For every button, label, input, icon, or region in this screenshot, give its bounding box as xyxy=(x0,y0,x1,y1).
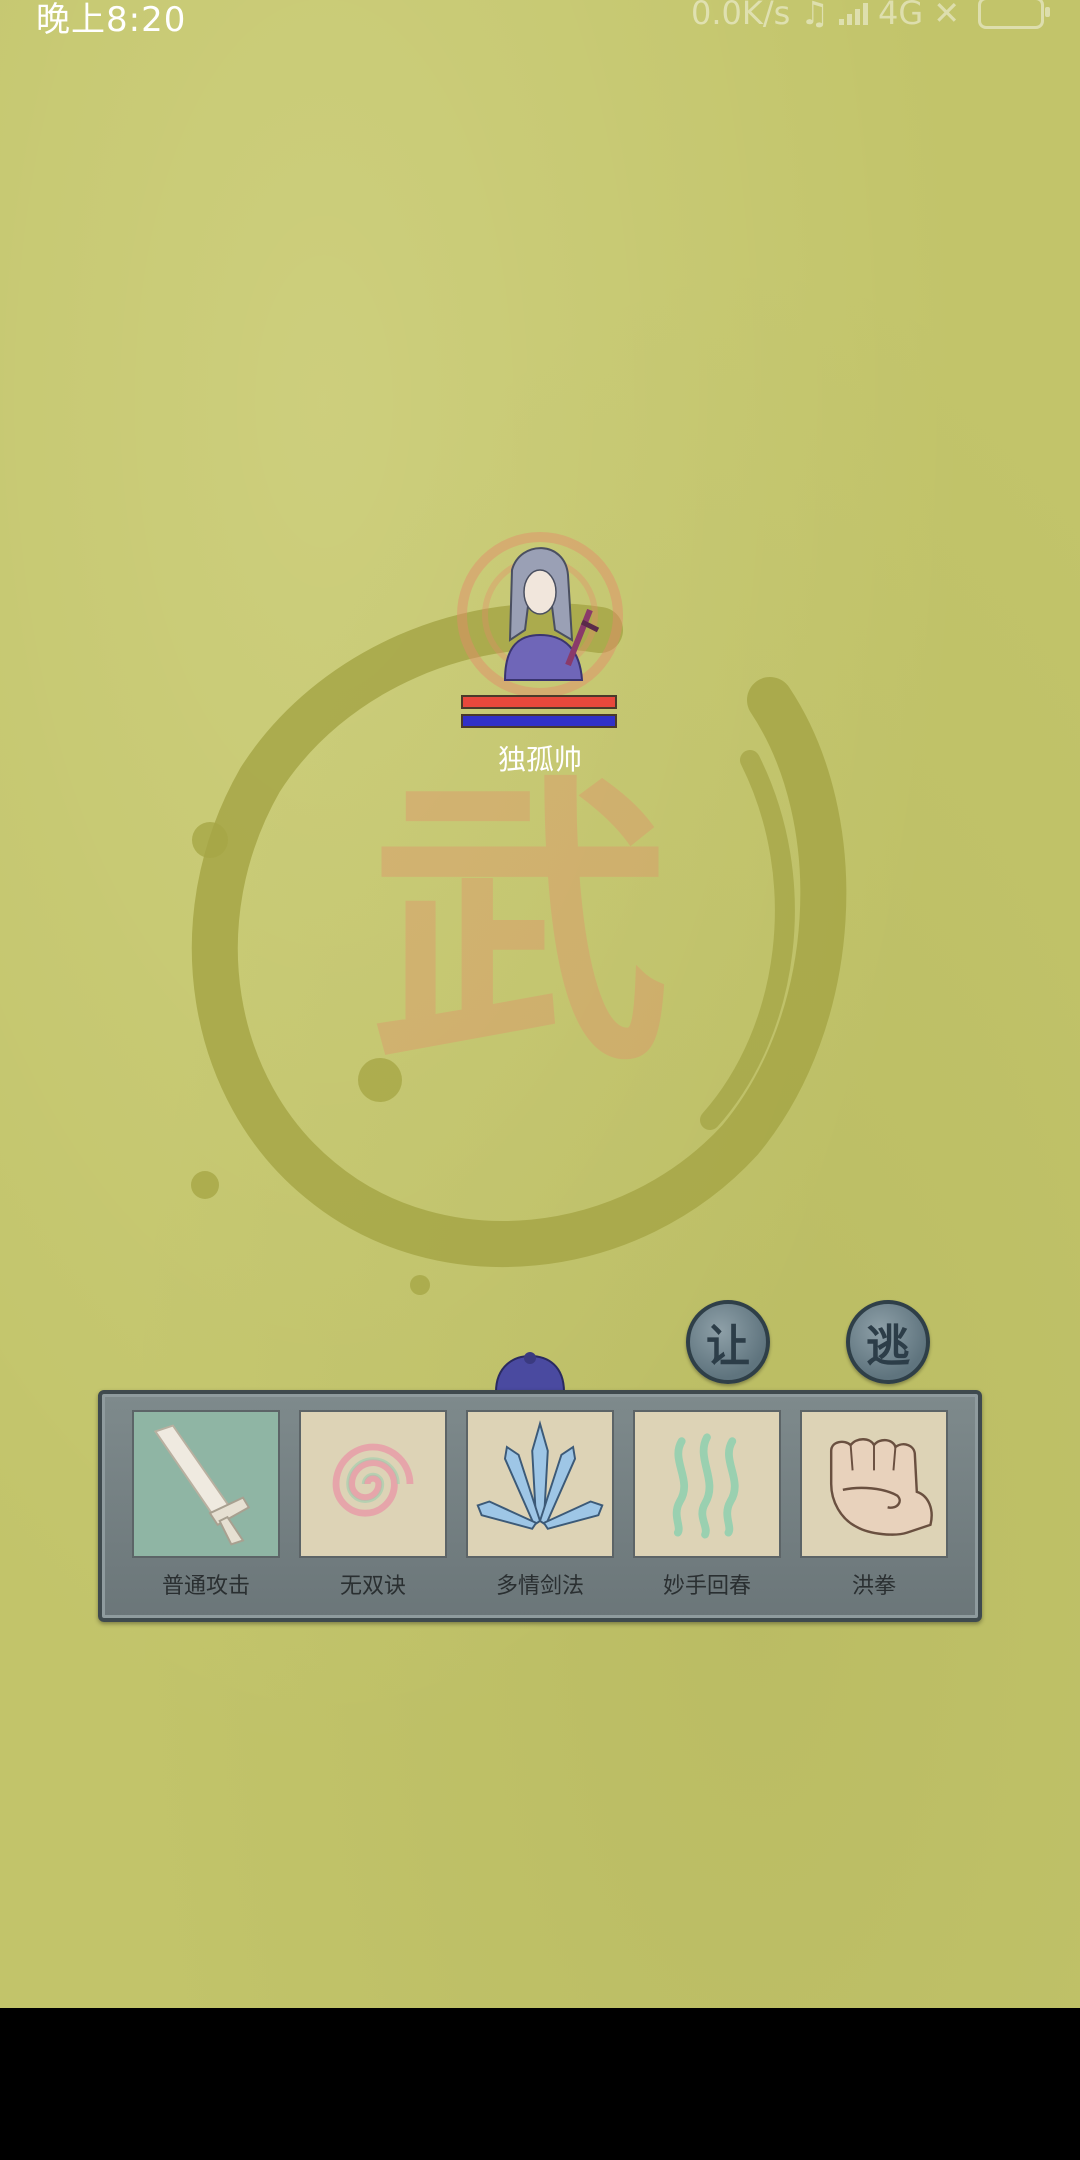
yield-button[interactable]: 让 xyxy=(686,1300,770,1384)
skill-panel: 普通攻击 无双诀 多情剑法 妙手回春 洪拳 xyxy=(98,1390,982,1622)
healing-waves-icon xyxy=(633,1410,781,1558)
skill-normal-attack[interactable]: 普通攻击 xyxy=(132,1410,280,1600)
spiral-icon xyxy=(299,1410,447,1558)
status-indicators: 0.0K/s ♫ 4G ✕ xyxy=(691,0,1050,32)
skill-label: 妙手回春 xyxy=(662,1574,751,1599)
fist-icon xyxy=(800,1410,948,1558)
skill-hongquan[interactable]: 洪拳 xyxy=(800,1410,948,1600)
wu-character: 武 xyxy=(370,748,670,1101)
skill-miaoshou-huichun[interactable]: 妙手回春 xyxy=(633,1410,781,1600)
enemy-hp-bar xyxy=(461,695,617,709)
wifi-off-icon: ✕ xyxy=(933,0,960,32)
enemy-portrait[interactable] xyxy=(450,530,630,710)
skill-wushuang[interactable]: 无双诀 xyxy=(299,1410,447,1600)
headset-icon: ♫ xyxy=(800,0,830,32)
enemy-mp-bar xyxy=(461,714,617,728)
status-time: 晚上8:20 xyxy=(36,0,187,40)
sword-icon xyxy=(132,1410,280,1558)
skill-duoqing-sword[interactable]: 多情剑法 xyxy=(466,1410,614,1600)
skill-label: 洪拳 xyxy=(851,1574,896,1599)
navigation-bar xyxy=(0,2008,1080,2160)
network-type: 4G xyxy=(878,0,924,32)
skill-label: 多情剑法 xyxy=(495,1574,584,1599)
player-avatar xyxy=(494,1352,566,1392)
flee-button[interactable]: 逃 xyxy=(846,1300,930,1384)
skill-label: 无双诀 xyxy=(339,1574,406,1599)
signal-icon xyxy=(839,1,869,25)
swords-fan-icon xyxy=(466,1410,614,1558)
battle-screen: 晚上8:20 0.0K/s ♫ 4G ✕ 武 独孤帅 让 逃 普通攻击 无双诀 … xyxy=(0,0,1080,2008)
status-bar: 晚上8:20 0.0K/s ♫ 4G ✕ xyxy=(0,0,1080,40)
skill-label: 普通攻击 xyxy=(161,1574,250,1599)
battery-icon xyxy=(978,0,1050,29)
enemy-name: 独孤帅 xyxy=(497,743,582,776)
network-speed: 0.0K/s xyxy=(691,0,791,32)
